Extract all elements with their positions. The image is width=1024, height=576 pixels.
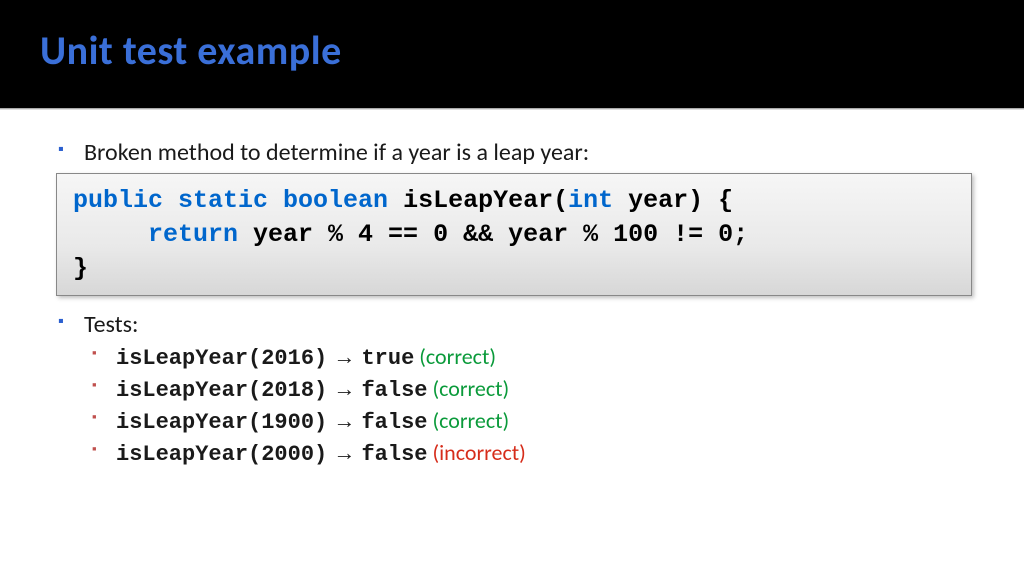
- test-call: isLeapYear(1900): [116, 410, 327, 435]
- arrow-icon: →: [327, 376, 361, 401]
- test-result: false: [361, 410, 427, 435]
- arrow-icon: →: [327, 344, 361, 369]
- code-text: year) {: [613, 186, 733, 215]
- arrow-icon: →: [327, 440, 361, 465]
- test-result: false: [361, 378, 427, 403]
- bullet-list: Broken method to determine if a year is …: [52, 138, 972, 467]
- test-result: true: [361, 346, 414, 371]
- test-call: isLeapYear(2018): [116, 378, 327, 403]
- arrow-icon: →: [327, 408, 361, 433]
- code-keyword: return: [148, 220, 238, 249]
- test-item: isLeapYear(2016) → true (correct): [84, 343, 972, 371]
- slide: Unit test example Broken method to deter…: [0, 0, 1024, 576]
- test-item: isLeapYear(2000) → false (incorrect): [84, 439, 972, 467]
- test-item: isLeapYear(2018) → false (correct): [84, 375, 972, 403]
- test-note: (incorrect): [427, 439, 525, 466]
- bullet-text: Tests:: [84, 310, 138, 339]
- bullet-text: Broken method to determine if a year is …: [84, 138, 589, 167]
- code-keyword: int: [568, 186, 613, 215]
- slide-title: Unit test example: [40, 26, 984, 75]
- test-item: isLeapYear(1900) → false (correct): [84, 407, 972, 435]
- bullet-item: Broken method to determine if a year is …: [52, 138, 972, 296]
- test-result: false: [361, 442, 427, 467]
- test-note: (correct): [414, 343, 496, 370]
- code-text: year % 4 == 0 && year % 100 != 0;: [238, 220, 748, 249]
- code-text: [73, 220, 148, 249]
- bullet-item: Tests: isLeapYear(2016) → true (correct)…: [52, 310, 972, 467]
- code-text: isLeapYear(: [388, 186, 568, 215]
- code-text: }: [73, 254, 88, 283]
- tests-list: isLeapYear(2016) → true (correct) isLeap…: [84, 343, 972, 467]
- test-note: (correct): [427, 375, 509, 402]
- title-bar: Unit test example: [0, 0, 1024, 108]
- code-block: public static boolean isLeapYear(int yea…: [56, 173, 972, 296]
- test-call: isLeapYear(2016): [116, 346, 327, 371]
- test-call: isLeapYear(2000): [116, 442, 327, 467]
- slide-body: Broken method to determine if a year is …: [0, 110, 1024, 576]
- code-keyword: public static boolean: [73, 186, 388, 215]
- test-note: (correct): [427, 407, 509, 434]
